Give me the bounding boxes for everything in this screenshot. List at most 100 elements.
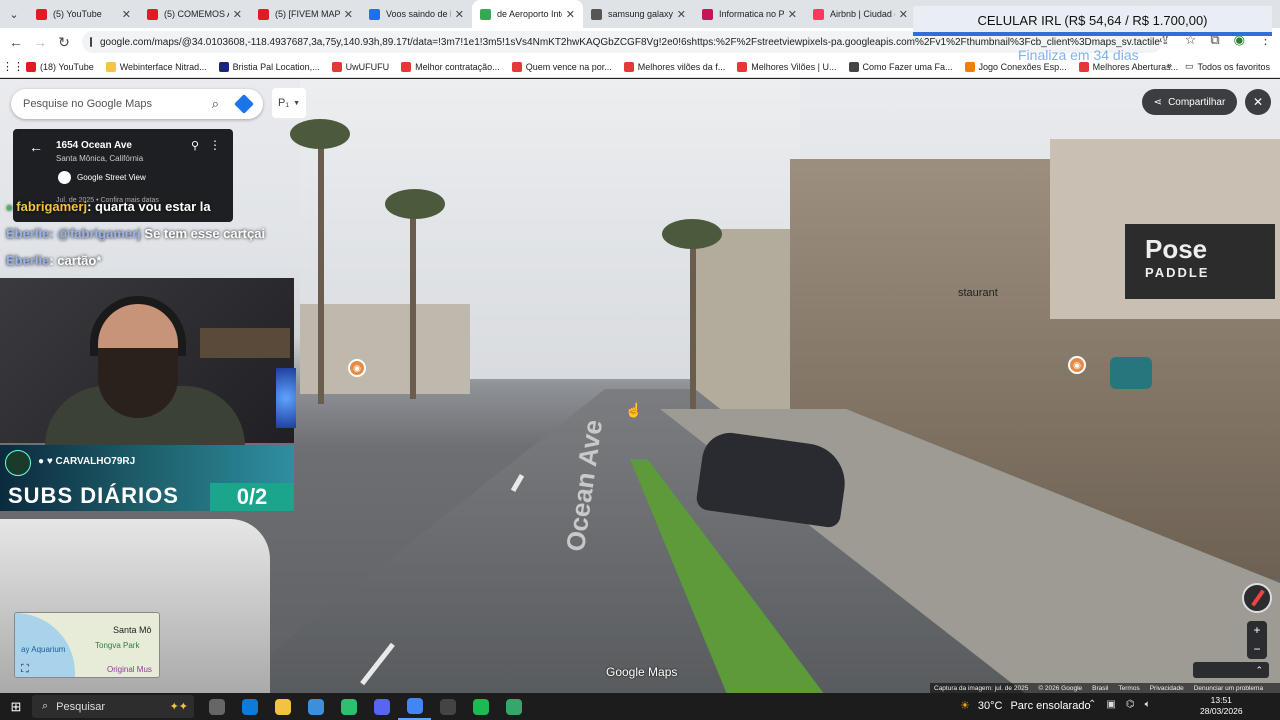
- compass-icon[interactable]: [1242, 583, 1272, 613]
- close-tab-icon[interactable]: ✕: [455, 8, 464, 21]
- footer-report[interactable]: Denunciar um problema: [1194, 685, 1263, 692]
- taskbar-app-task-view[interactable]: [200, 693, 233, 720]
- tray-app-icon[interactable]: ▣: [1106, 699, 1115, 710]
- bookmark-item[interactable]: UwUFUFU: [331, 61, 389, 72]
- tab-favicon-icon: [36, 8, 47, 20]
- bookmark-item[interactable]: Jogo Conexões Esp...: [964, 61, 1067, 72]
- site-info-icon[interactable]: [90, 37, 92, 47]
- reload-icon[interactable]: ↻: [52, 34, 76, 51]
- more-bookmarks-icon[interactable]: »: [1167, 60, 1172, 70]
- browser-tab[interactable]: Informatica no Pa ✕: [694, 0, 805, 28]
- weather-condition: Parc ensolarado: [1010, 699, 1091, 712]
- close-tab-icon[interactable]: ✕: [788, 8, 797, 21]
- network-icon[interactable]: ⌬: [1126, 699, 1135, 710]
- close-tab-icon[interactable]: ✕: [677, 8, 686, 21]
- zoom-in-button[interactable]: +: [1247, 621, 1267, 640]
- browser-tab[interactable]: (5) YouTube ✕: [28, 0, 139, 28]
- subs-label: SUBS DIÁRIOS: [8, 483, 179, 508]
- explorer-icon: [274, 698, 291, 715]
- rgb-light: [276, 368, 296, 428]
- close-tab-icon[interactable]: ✕: [122, 8, 131, 21]
- taskbar-app-spotify[interactable]: [464, 693, 497, 720]
- bookmark-item[interactable]: Quem vence na por...: [511, 61, 612, 72]
- mini-map-museum: Original Mus: [107, 665, 152, 674]
- close-tab-icon[interactable]: ✕: [899, 8, 908, 21]
- browser-tab[interactable]: Airbnb | Ciudad d ✕: [805, 0, 916, 28]
- windows-taskbar: ⊞ ⌕ Pesquisar ✦✦ ☀ 30°C Parc ensolarado …: [0, 693, 1280, 720]
- bookmark-item[interactable]: Melhor contratação...: [401, 61, 500, 72]
- taskbar-app-chrome[interactable]: [398, 693, 431, 720]
- footer-country[interactable]: Brasil: [1092, 685, 1108, 692]
- layers-button[interactable]: P₁ ▼: [272, 88, 306, 118]
- close-tab-icon[interactable]: ✕: [344, 8, 353, 21]
- share-icon: ⋖: [1153, 96, 1163, 108]
- maps-search-box[interactable]: Pesquise no Google Maps ⌕: [11, 89, 263, 119]
- bookmark-item[interactable]: (18) YouTube: [26, 61, 94, 72]
- shop-sign-text: Pose: [1145, 234, 1208, 264]
- zoom-out-button[interactable]: −: [1247, 640, 1267, 659]
- taskbar-app-store[interactable]: [299, 693, 332, 720]
- imagery-toggle[interactable]: ⌃: [1193, 662, 1269, 678]
- volume-icon[interactable]: 🔈︎: [1145, 699, 1151, 710]
- taskbar-app-app-extra[interactable]: [497, 693, 530, 720]
- place-pin-icon[interactable]: ◉: [1068, 356, 1086, 374]
- palm-tree-top: [662, 219, 722, 249]
- bookmark-label: Como Fazer uma Fa...: [862, 61, 953, 72]
- directions-icon[interactable]: [234, 94, 254, 114]
- clock[interactable]: 13:51 28/03/2026: [1200, 695, 1243, 717]
- browser-tab[interactable]: samsung galaxy s ✕: [583, 0, 694, 28]
- bookmark-item[interactable]: Como Fazer uma Fa...: [848, 61, 953, 72]
- subs-goal-widget: ● ♥ CARVALHO79RJ SUBS DIÁRIOS 0/2: [0, 445, 294, 511]
- location-pin-icon[interactable]: ⚲: [191, 139, 199, 152]
- google-g-icon: [58, 171, 71, 184]
- taskbar-app-app-green[interactable]: [332, 693, 365, 720]
- footer-privacy[interactable]: Privacidade: [1150, 685, 1184, 692]
- bookmark-item[interactable]: Webinterface Nitrad...: [105, 61, 207, 72]
- chat-mention: : @fabrigamerj: [49, 226, 141, 241]
- footer-terms[interactable]: Termos: [1118, 685, 1139, 692]
- bookmark-item[interactable]: Melhores Aberturas...: [1078, 61, 1178, 72]
- chevron-down-icon: ▼: [293, 99, 300, 107]
- browser-tab[interactable]: de Aeroporto Inte ✕: [472, 0, 583, 28]
- folder-icon: ▭: [1184, 61, 1194, 71]
- bookmark-favicon-icon: [511, 61, 522, 72]
- windows-start-icon[interactable]: ⊞: [0, 699, 32, 715]
- tray-overflow-icon[interactable]: ⌃: [1088, 699, 1096, 710]
- all-bookmarks[interactable]: ▭ Todos os favoritos: [1185, 61, 1270, 72]
- weather-widget[interactable]: ☀ 30°C Parc ensolarado: [960, 699, 1091, 713]
- taskbar-app-explorer[interactable]: [266, 693, 299, 720]
- close-tab-icon[interactable]: ✕: [233, 8, 242, 21]
- close-tab-icon[interactable]: ✕: [566, 8, 575, 21]
- more-options-icon[interactable]: ⋮: [209, 138, 221, 152]
- browser-tab[interactable]: Voos saindo de Ri ✕: [361, 0, 472, 28]
- expand-icon[interactable]: ⛶: [21, 663, 29, 676]
- taskbar-search[interactable]: ⌕ Pesquisar ✦✦: [32, 695, 194, 718]
- close-street-view-button[interactable]: ✕: [1245, 89, 1271, 115]
- taskbar-apps: [200, 693, 530, 720]
- tab-search-icon[interactable]: ⌄: [0, 0, 28, 28]
- place-pin-icon[interactable]: ◉: [348, 359, 366, 377]
- bookmark-item[interactable]: Melhores Vilões | U...: [737, 61, 837, 72]
- taskbar-app-discord[interactable]: [365, 693, 398, 720]
- palm-tree: [690, 229, 696, 409]
- taskbar-app-edge[interactable]: [233, 693, 266, 720]
- back-arrow-icon[interactable]: ←: [29, 139, 43, 155]
- mini-map[interactable]: Santa Mô ay Aquarium Tongva Park Origina…: [14, 612, 160, 678]
- bookmark-label: Webinterface Nitrad...: [119, 61, 207, 72]
- maps-search-placeholder: Pesquise no Google Maps: [23, 98, 153, 110]
- bookmark-favicon-icon: [401, 61, 412, 72]
- bookmark-item[interactable]: Melhores vilões da f...: [623, 61, 725, 72]
- bookmark-item[interactable]: Bristia Pal Location,...: [218, 61, 320, 72]
- forward-icon[interactable]: →: [28, 34, 52, 50]
- tab-title: samsung galaxy s: [608, 9, 673, 19]
- apps-icon[interactable]: ⋮⋮: [0, 60, 26, 73]
- back-icon[interactable]: ←: [4, 34, 28, 50]
- browser-tab[interactable]: (5) COMEMOS AS ✕: [139, 0, 250, 28]
- taskbar-app-obs[interactable]: [431, 693, 464, 720]
- browser-tab[interactable]: (5) [FIVEM MAP] R ✕: [250, 0, 361, 28]
- share-button[interactable]: ⋖ Compartilhar: [1142, 89, 1237, 115]
- mini-map-park: Tongva Park: [95, 641, 140, 650]
- search-icon[interactable]: ⌕: [212, 96, 219, 112]
- chat-user: Eberlie: [6, 253, 50, 268]
- bookmark-favicon-icon: [218, 61, 229, 72]
